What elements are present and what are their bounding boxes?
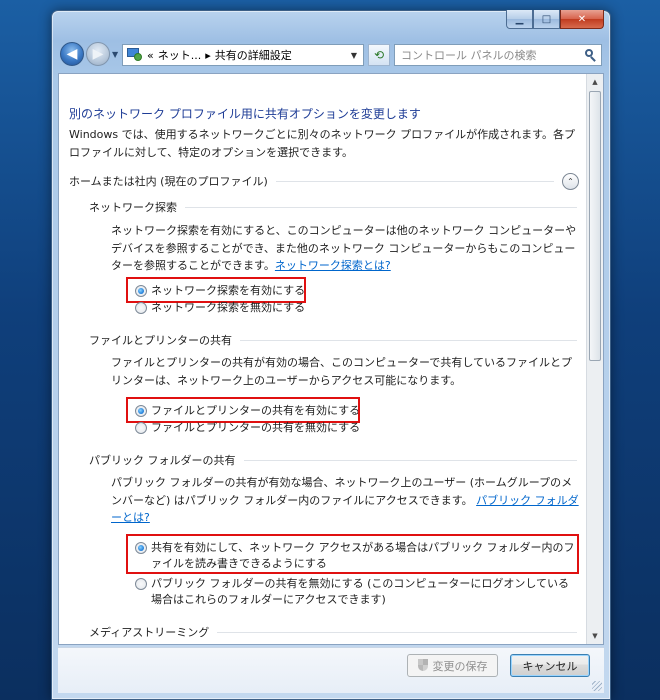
radio-selected-icon[interactable] <box>135 542 147 554</box>
radio-selected-icon[interactable] <box>135 285 147 297</box>
radio-label: ネットワーク探索を無効にする <box>151 301 306 314</box>
scroll-down-arrow-icon[interactable]: ▼ <box>588 629 602 643</box>
network-discovery-help-link[interactable]: ネットワーク探索とは? <box>275 259 391 272</box>
profile-header-label: ホームまたは社内 (現在のプロファイル) <box>69 175 268 188</box>
navigation-bar: ◀ ▶ ▼ « ネット... ▸ 共有の詳細設定 ▼ ⟲ <box>58 41 604 69</box>
search-box[interactable] <box>394 44 602 66</box>
section-header-public-folder-sharing: パブリック フォルダーの共有 <box>89 452 577 468</box>
section-title: ファイルとプリンターの共有 <box>89 334 232 347</box>
profile-header[interactable]: ホームまたは社内 (現在のプロファイル) ⌃ <box>69 170 579 192</box>
search-input[interactable] <box>401 48 579 62</box>
section-title: メディアストリーミング <box>89 626 210 639</box>
radio-label: パブリック フォルダーの共有を無効にする (このコンピューターにログオンしている… <box>151 577 570 606</box>
recent-pages-dropdown[interactable]: ▼ <box>112 50 118 59</box>
address-dropdown-icon[interactable]: ▼ <box>351 51 357 60</box>
section-description: パブリック フォルダーの共有が有効な場合、ネットワーク上のユーザー (ホームグル… <box>111 474 579 527</box>
radio-selected-icon[interactable] <box>135 405 147 417</box>
maximize-button[interactable]: □ <box>533 10 560 29</box>
radio-network-discovery-off[interactable]: ネットワーク探索を無効にする <box>135 300 305 316</box>
network-control-panel-icon <box>127 48 143 62</box>
section-description: ファイルとプリンターの共有が有効の場合、このコンピューターで共有しているファイル… <box>111 356 573 387</box>
page-title: 別のネットワーク プロファイル用に共有オプションを変更します <box>69 107 421 121</box>
close-button[interactable]: ✕ <box>560 10 604 29</box>
save-changes-button[interactable]: 変更の保存 <box>407 654 498 677</box>
breadcrumb-advanced-sharing[interactable]: 共有の詳細設定 <box>215 47 292 63</box>
breadcrumb-separator[interactable]: ▸ <box>205 49 211 62</box>
radio-unselected-icon[interactable] <box>135 578 147 590</box>
breadcrumb-network[interactable]: ネット... <box>158 47 202 63</box>
divider <box>243 459 577 461</box>
section-title: パブリック フォルダーの共有 <box>89 454 236 467</box>
divider <box>275 180 554 182</box>
divider <box>240 339 577 341</box>
button-bar: 変更の保存 キャンセル <box>58 647 604 693</box>
back-button[interactable]: ◀ <box>60 42 84 66</box>
section-title: ネットワーク探索 <box>89 201 177 214</box>
address-bar[interactable]: « ネット... ▸ 共有の詳細設定 ▼ <box>122 44 364 66</box>
radio-label: ネットワーク探索を有効にする <box>151 284 306 297</box>
radio-unselected-icon[interactable] <box>135 422 147 434</box>
refresh-icon: ⟲ <box>373 48 385 62</box>
section-header-network-discovery: ネットワーク探索 <box>89 199 577 215</box>
save-button-label: 変更の保存 <box>432 659 488 673</box>
radio-unselected-icon[interactable] <box>135 302 147 314</box>
radio-public-folder-sharing-off[interactable]: パブリック フォルダーの共有を無効にする (このコンピューターにログオンしている… <box>135 576 580 608</box>
scrollbar-thumb[interactable] <box>589 91 601 361</box>
minimize-button[interactable]: ▁ <box>506 10 533 29</box>
scroll-up-arrow-icon[interactable]: ▲ <box>588 75 602 89</box>
radio-public-folder-sharing-on[interactable]: 共有を有効にして、ネットワーク アクセスがある場合はパブリック フォルダー内のフ… <box>135 540 580 572</box>
address-overflow-chevron[interactable]: « <box>147 49 154 62</box>
caption-buttons: ▁ □ ✕ <box>506 10 604 29</box>
divider <box>217 631 577 633</box>
vertical-scrollbar[interactable]: ▲ ▼ <box>586 74 603 644</box>
section-header-file-printer-sharing: ファイルとプリンターの共有 <box>89 332 577 348</box>
content-pane: ▲ ▼ 別のネットワーク プロファイル用に共有オプションを変更します Windo… <box>58 73 604 645</box>
uac-shield-icon <box>417 659 429 672</box>
radio-label: ファイルとプリンターの共有を有効にする <box>151 404 361 417</box>
radio-file-printer-sharing-on[interactable]: ファイルとプリンターの共有を有効にする <box>135 403 360 419</box>
radio-label: 共有を有効にして、ネットワーク アクセスがある場合はパブリック フォルダー内のフ… <box>151 541 575 570</box>
intro-text: Windows では、使用するネットワークごとに別々のネットワーク プロファイル… <box>69 128 575 159</box>
resize-grip[interactable] <box>592 681 602 691</box>
section-description: ネットワーク探索を有効にすると、このコンピューターは他のネットワーク コンピュー… <box>111 222 579 275</box>
cancel-button[interactable]: キャンセル <box>510 654 590 677</box>
forward-button[interactable]: ▶ <box>86 42 110 66</box>
refresh-button[interactable]: ⟲ <box>368 44 390 66</box>
collapse-chevron-icon[interactable]: ⌃ <box>562 172 579 190</box>
radio-label: ファイルとプリンターの共有を無効にする <box>151 421 361 434</box>
search-icon[interactable] <box>585 49 597 62</box>
radio-file-printer-sharing-off[interactable]: ファイルとプリンターの共有を無効にする <box>135 420 360 436</box>
section-header-media-streaming: メディアストリーミング <box>89 624 577 640</box>
radio-network-discovery-on[interactable]: ネットワーク探索を有効にする <box>135 283 305 299</box>
control-panel-window: ▁ □ ✕ ◀ ▶ ▼ « ネット... ▸ 共有の詳細設定 ▼ ⟲ ▲ <box>51 10 611 700</box>
divider <box>185 206 577 208</box>
